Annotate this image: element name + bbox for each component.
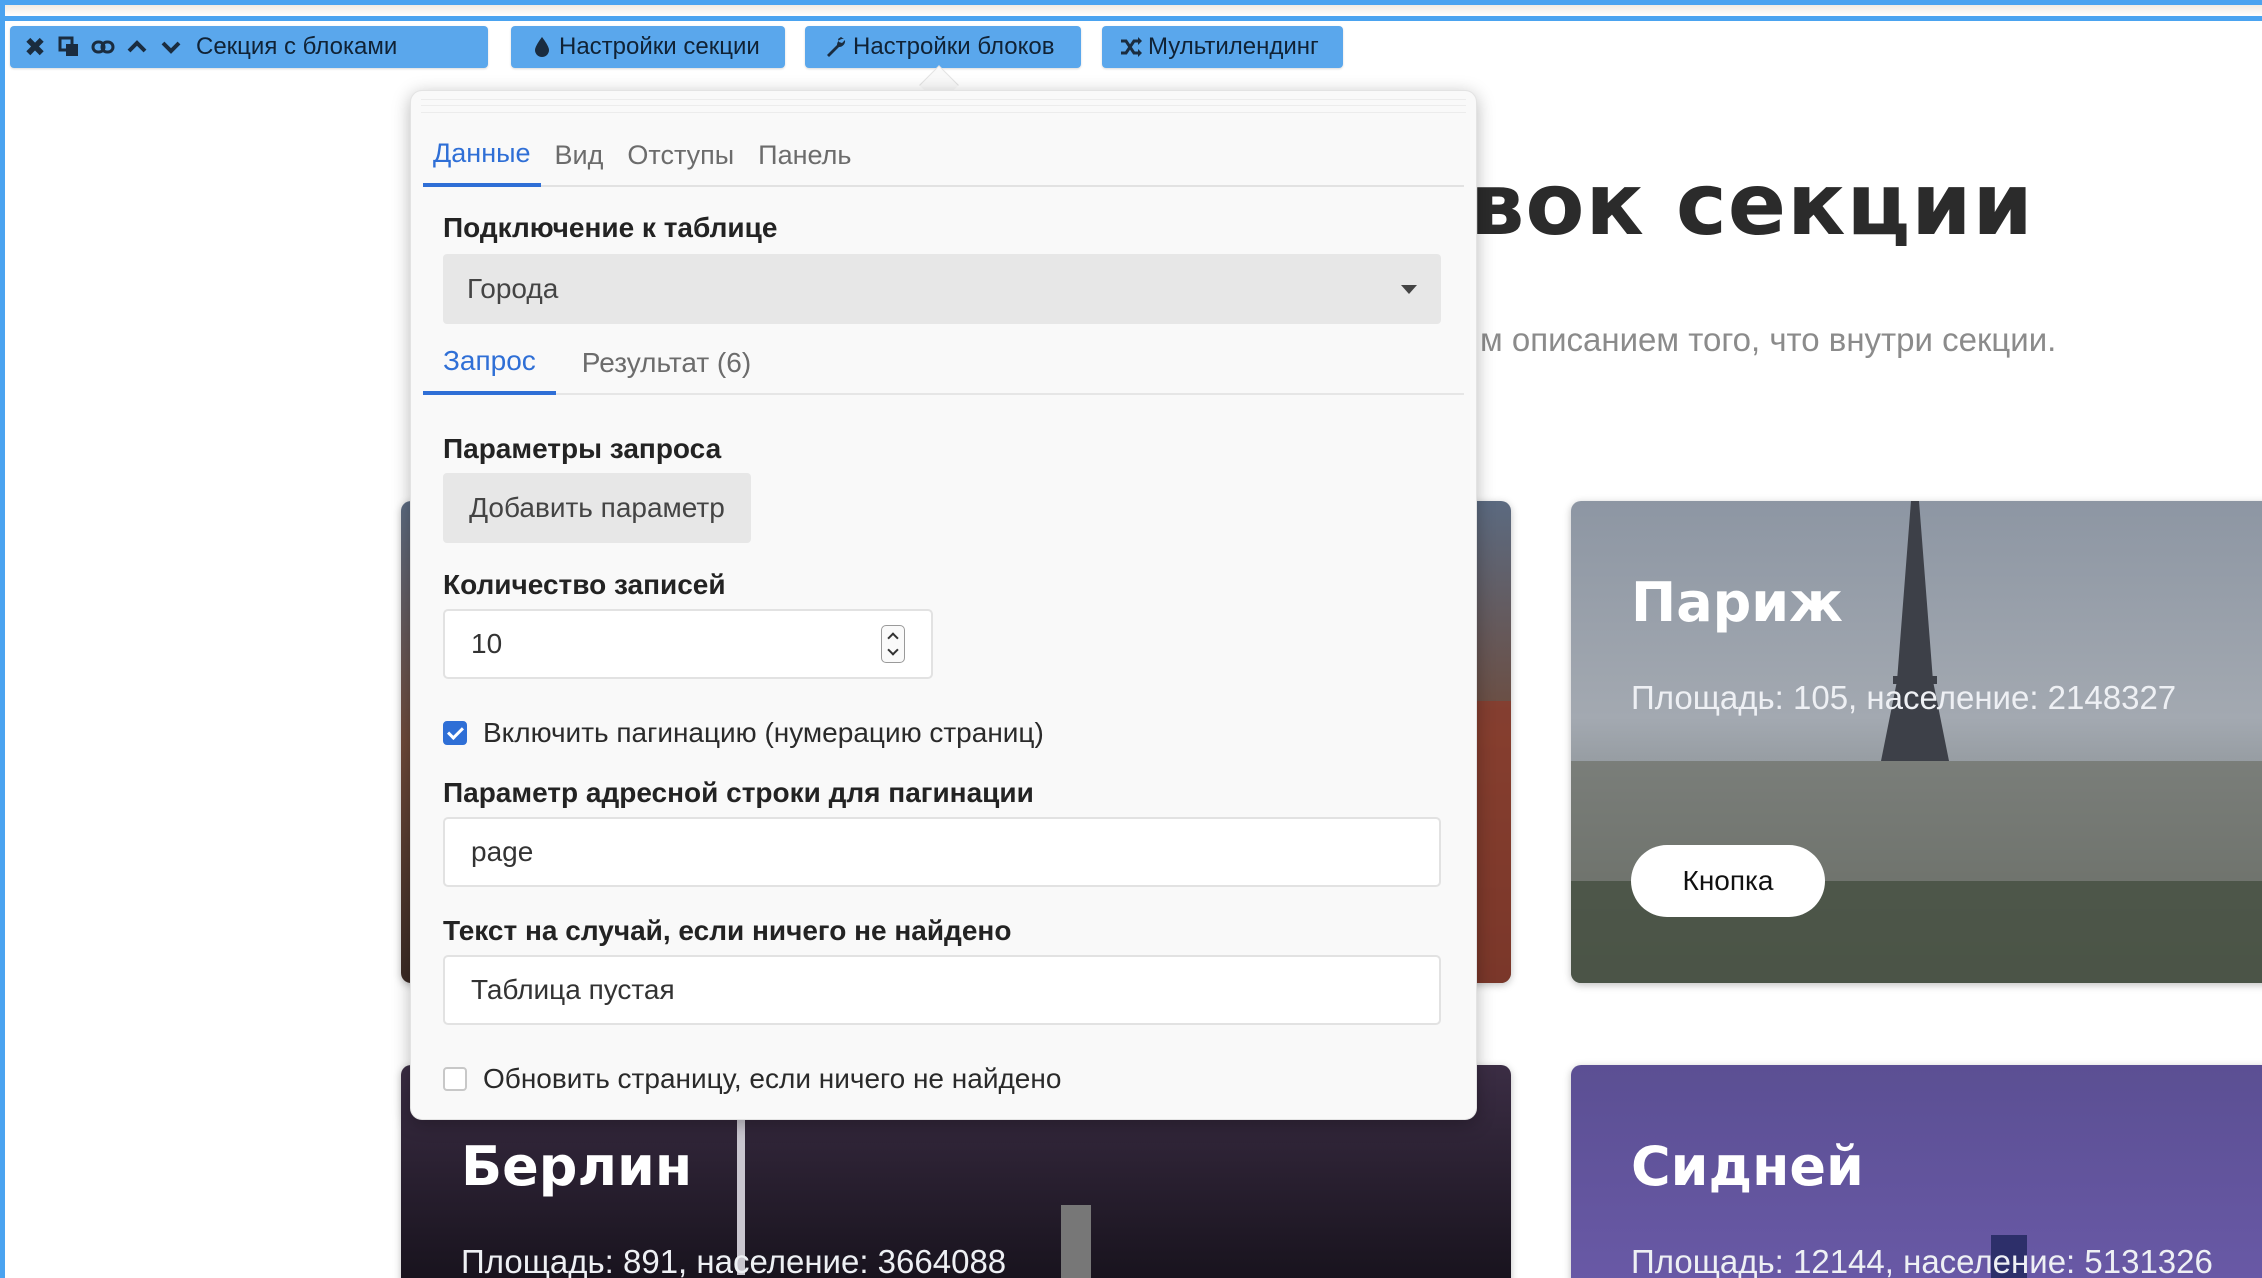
city-title: Сидней [1631,1135,1864,1198]
close-icon[interactable]: ✖ [18,30,52,64]
panel-drag-handle[interactable] [421,99,1466,113]
empty-text-input[interactable]: Таблица пустая [443,955,1441,1025]
pagination-param-value: page [471,836,534,867]
tab-spacing[interactable]: Отступы [617,140,744,185]
wrench-icon [819,30,853,64]
pagination-param-label: Параметр адресной строки для пагинации [443,777,1034,808]
empty-text-value: Таблица пустая [471,974,675,1005]
block-settings-panel: Данные Вид Отступы Панель Подключение к … [410,90,1477,1120]
tab-panel[interactable]: Панель [748,140,861,185]
chevron-up-icon[interactable] [120,30,154,64]
section-heading: вок секции [1470,155,2034,255]
table-select[interactable]: Города [443,254,1441,324]
refresh-checkbox-label: Обновить страницу, если ничего не найден… [483,1063,1062,1094]
city-stats: Площадь: 105, население: 2148327 [1631,679,2177,716]
subtab-query[interactable]: Запрос [423,345,556,395]
city-stats: Площадь: 12144, население: 5131326 [1631,1243,2213,1278]
city-card-paris: Париж Площадь: 105, население: 2148327 К… [1571,501,2262,983]
city-title: Париж [1631,571,1843,634]
multilanding-button[interactable]: Мультилендинг [1102,26,1343,68]
refresh-checkbox[interactable] [443,1067,467,1091]
block-settings-button[interactable]: Настройки блоков [805,26,1081,68]
multilanding-label: Мультилендинг [1148,33,1319,60]
records-count-value: 10 [471,628,503,659]
shuffle-icon [1114,30,1148,64]
link-icon[interactable] [86,30,120,64]
city-stats: Площадь: 891, население: 3664088 [461,1243,1007,1278]
records-count-label: Количество записей [443,569,726,600]
city-card-sydney: Сидней Площадь: 12144, население: 513132… [1571,1065,2262,1278]
pagination-checkbox[interactable] [443,721,467,745]
subtab-result[interactable]: Результат (6) [562,347,771,393]
pagination-param-input[interactable]: page [443,817,1441,887]
section-subtitle: м описанием того, что внутри секции. [1480,321,2057,358]
refresh-checkbox-row[interactable]: Обновить страницу, если ничего не найден… [443,1063,1061,1095]
panel-tabs: Данные Вид Отступы Панель [423,131,1464,187]
tab-view[interactable]: Вид [545,140,614,185]
table-select-value: Города [467,273,559,304]
drop-icon [525,30,559,64]
card-button[interactable]: Кнопка [1631,845,1825,917]
table-connection-label: Подключение к таблице [443,212,778,243]
caret-down-icon [1401,285,1417,294]
pagination-checkbox-row[interactable]: Включить пагинацию (нумерацию страниц) [443,717,1044,749]
section-settings-button[interactable]: Настройки секции [511,26,785,68]
tab-data[interactable]: Данные [423,138,541,187]
pagination-checkbox-label: Включить пагинацию (нумерацию страниц) [483,717,1044,748]
number-stepper[interactable] [881,625,905,663]
query-subtabs: Запрос Результат (6) [423,341,1464,395]
duplicate-icon[interactable] [52,30,86,64]
add-param-button[interactable]: Добавить параметр [443,473,751,543]
empty-text-label: Текст на случай, если ничего не найдено [443,915,1012,946]
section-toolbar: ✖ Секция с блоками [10,26,488,68]
block-settings-label: Настройки блоков [853,33,1055,60]
section-name-label[interactable]: Секция с блоками [196,33,397,61]
chevron-down-icon[interactable] [154,30,188,64]
city-title: Берлин [461,1135,693,1198]
records-count-input[interactable]: 10 [443,609,933,679]
query-params-label: Параметры запроса [443,433,722,464]
frame-top-border [5,5,2262,21]
editor-frame: вок секции м описанием того, что внутри … [0,0,2262,1278]
section-settings-label: Настройки секции [559,33,760,60]
